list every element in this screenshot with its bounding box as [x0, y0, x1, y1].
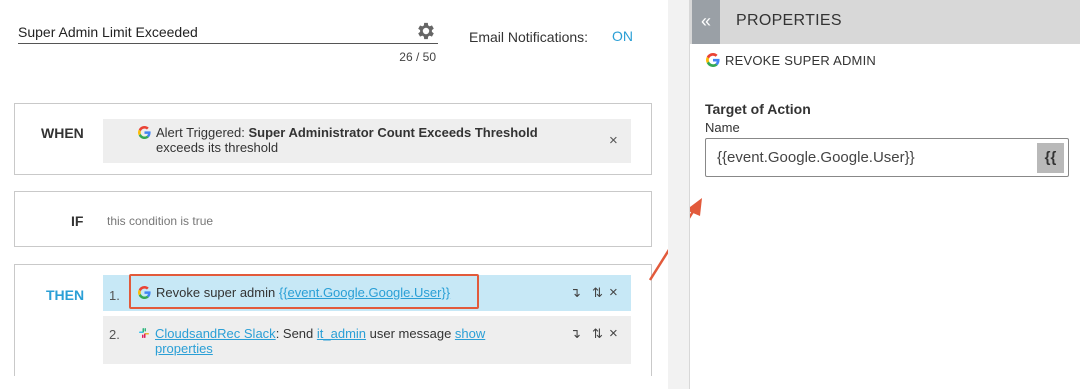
when-label: WHEN — [41, 125, 84, 141]
action-text-mid: : Send — [275, 326, 317, 341]
properties-title: PROPERTIES — [736, 12, 842, 29]
close-icon[interactable]: × — [609, 325, 618, 342]
action-number: 2. — [109, 327, 120, 342]
channel-link[interactable]: it_admin — [317, 326, 366, 341]
action-row-2[interactable]: 2. CloudsandRec Slack: Send it_admin use… — [103, 316, 631, 364]
action-label: Revoke super admin — [156, 285, 279, 300]
char-count: 26 / 50 — [399, 50, 436, 64]
when-trigger-card[interactable]: Alert Triggered: Super Administrator Cou… — [103, 119, 631, 163]
target-name-value: {{event.Google.Google.User}} — [717, 149, 915, 166]
rule-editor: 26 / 50 Email Notifications: ON WHEN Ale… — [0, 0, 668, 389]
action-text: Revoke super admin {{event.Google.Google… — [156, 285, 450, 300]
properties-link[interactable]: properties — [155, 341, 213, 356]
panel-divider — [668, 0, 690, 389]
move-down-icon[interactable]: ↴ — [570, 285, 581, 301]
google-logo-icon — [706, 53, 720, 67]
action-number: 1. — [109, 288, 120, 303]
action-text-after: user message — [366, 326, 455, 341]
action-text: CloudsandRec Slack: Send it_admin user m… — [155, 326, 485, 341]
email-notifications-label: Email Notifications: — [469, 29, 589, 45]
if-section: IF this condition is true — [14, 191, 652, 247]
properties-action-name: REVOKE SUPER ADMIN — [725, 53, 876, 68]
close-icon[interactable]: × — [609, 284, 618, 301]
alert-suffix: exceeds its threshold — [156, 140, 279, 155]
target-of-action-label: Target of Action — [705, 101, 811, 117]
integration-link[interactable]: CloudsandRec Slack — [155, 326, 276, 341]
if-condition[interactable]: this condition is true — [107, 214, 213, 228]
google-logo-icon — [138, 286, 151, 299]
when-section: WHEN Alert Triggered: Super Administrato… — [14, 103, 652, 175]
target-name-input[interactable]: {{event.Google.Google.User}} {{ — [705, 138, 1069, 177]
gear-icon[interactable] — [415, 20, 437, 42]
collapse-icon[interactable]: « — [692, 0, 720, 44]
alert-trigger-text: Alert Triggered: Super Administrator Cou… — [156, 125, 538, 140]
name-field-label: Name — [705, 120, 740, 135]
insert-token-button[interactable]: {{ — [1037, 143, 1064, 173]
if-label: IF — [71, 213, 84, 229]
action-token-link[interactable]: {{event.Google.Google.User}} — [279, 285, 450, 300]
close-icon[interactable]: × — [609, 132, 618, 149]
move-down-icon[interactable]: ↴ — [570, 326, 581, 342]
then-label: THEN — [46, 287, 85, 303]
alert-prefix: Alert Triggered: — [156, 125, 249, 140]
rule-name-input[interactable] — [18, 20, 438, 44]
action-row-1[interactable]: 1. Revoke super admin {{event.Google.Goo… — [103, 274, 631, 311]
show-link[interactable]: show — [455, 326, 485, 341]
alert-name: Super Administrator Count Exceeds Thresh… — [248, 125, 538, 140]
slack-logo-icon — [139, 328, 149, 338]
action-text-line2: properties — [155, 341, 213, 356]
then-section: THEN 1. Revoke super admin {{event.Googl… — [14, 264, 652, 376]
google-logo-icon — [138, 126, 151, 139]
reorder-icon[interactable]: ⇅ — [592, 326, 603, 342]
rule-name-field — [18, 20, 438, 44]
reorder-icon[interactable]: ⇅ — [592, 285, 603, 301]
email-notifications-toggle[interactable]: ON — [612, 28, 633, 44]
